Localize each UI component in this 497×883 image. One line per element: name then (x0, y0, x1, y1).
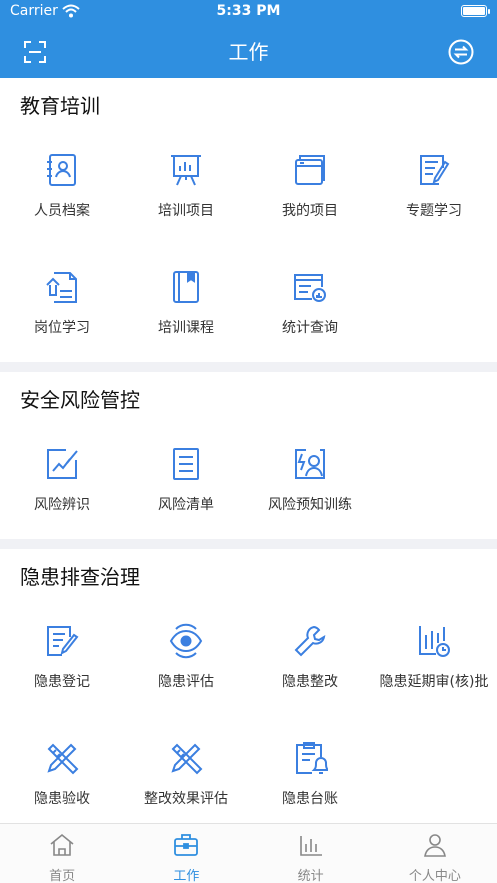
tab-label: 工作 (173, 869, 200, 883)
app-hazard-acceptance[interactable]: 隐患验收 (0, 716, 124, 823)
training-board-icon (171, 155, 201, 186)
app-label: 培训项目 (158, 203, 214, 219)
risk-training-icon (295, 449, 325, 479)
app-post-study[interactable]: 岗位学习 (0, 245, 124, 362)
hazard-assess-icon (169, 623, 203, 659)
status-bar: Carrier 5:33 PM (0, 0, 497, 24)
section-title: 隐患排查治理 (20, 565, 140, 589)
tab-label: 统计 (297, 869, 324, 883)
battery-icon (461, 5, 490, 17)
page-title: 工作 (228, 40, 269, 64)
app-personnel-file[interactable]: 人员档案 (0, 128, 124, 245)
app-hazard-ledger[interactable]: 隐患台账 (248, 716, 372, 823)
user-icon (423, 834, 446, 857)
app-label: 统计查询 (282, 320, 338, 336)
app-effect-assess[interactable]: 整改效果评估 (124, 716, 248, 823)
status-time: 5:33 PM (216, 3, 281, 19)
section-hazard-management: 隐患排查治理 隐患登记 隐患评估 隐患整改 隐患延期审(核)批 隐患验收 整改效… (0, 549, 497, 823)
acceptance-tools-icon (47, 743, 79, 775)
app-statistics-query[interactable]: 统计查询 (248, 245, 372, 362)
section-title: 安全风险管控 (20, 388, 140, 412)
tab-stats[interactable]: 统计 (249, 824, 373, 883)
app-label: 隐患评估 (158, 674, 214, 690)
app-risk-training[interactable]: 风险预知训练 (248, 422, 372, 539)
app-grid: 风险辨识 风险清单 风险预知训练 (0, 422, 497, 539)
app-label: 我的项目 (282, 203, 338, 219)
app-label: 风险清单 (158, 497, 214, 513)
app-label: 岗位学习 (34, 320, 90, 336)
extension-chart-icon (419, 626, 450, 657)
tab-profile[interactable]: 个人中心 (373, 824, 497, 883)
switch-icon[interactable] (448, 39, 474, 65)
effect-tools-icon (171, 743, 203, 775)
section-divider (0, 539, 497, 549)
app-hazard-rectify[interactable]: 隐患整改 (248, 599, 372, 716)
risk-identify-icon (47, 449, 78, 479)
app-training-projects[interactable]: 培训项目 (124, 128, 248, 245)
app-label: 风险预知训练 (268, 497, 352, 513)
tab-home[interactable]: 首页 (0, 824, 124, 883)
section-risk-control: 安全风险管控 风险辨识 风险清单 风险预知训练 (0, 372, 497, 539)
app-label: 隐患登记 (34, 674, 90, 690)
post-study-icon (46, 272, 77, 303)
app-risk-list[interactable]: 风险清单 (124, 422, 248, 539)
app-label: 整改效果评估 (144, 791, 228, 807)
hazard-register-icon (47, 626, 79, 656)
tab-label: 首页 (49, 869, 76, 883)
app-my-projects[interactable]: 我的项目 (248, 128, 372, 245)
app-grid: 人员档案 培训项目 我的项目 专题学习 岗位学习 培训课程 统计查询 (0, 128, 497, 362)
home-icon (50, 833, 74, 856)
personnel-file-icon (47, 154, 76, 186)
stats-icon (299, 836, 322, 856)
tab-work[interactable]: 工作 (124, 824, 248, 883)
work-content: 教育培训 人员档案 培训项目 我的项目 专题学习 岗位学习 培训课程 统计查询 … (0, 78, 497, 823)
section-education: 教育培训 人员档案 培训项目 我的项目 专题学习 岗位学习 培训课程 统计查询 (0, 78, 497, 362)
wrench-icon (294, 625, 326, 657)
tab-label: 个人中心 (408, 869, 461, 883)
app-training-course[interactable]: 培训课程 (124, 245, 248, 362)
top-bar: Carrier 5:33 PM 工作 (0, 0, 497, 78)
nav-bar: 工作 (0, 24, 497, 78)
my-projects-icon (295, 155, 325, 185)
briefcase-icon (174, 834, 199, 856)
app-label: 隐患验收 (34, 791, 90, 807)
statistics-query-icon (294, 274, 326, 302)
risk-list-icon (173, 448, 199, 480)
app-label: 隐患整改 (282, 674, 338, 690)
app-hazard-assess[interactable]: 隐患评估 (124, 599, 248, 716)
section-divider (0, 362, 497, 372)
app-risk-identify[interactable]: 风险辨识 (0, 422, 124, 539)
app-label: 隐患延期审(核)批 (379, 674, 489, 690)
app-grid: 隐患登记 隐患评估 隐患整改 隐患延期审(核)批 隐患验收 整改效果评估 隐患台… (0, 599, 497, 823)
app-label: 培训课程 (158, 320, 214, 336)
app-label: 风险辨识 (34, 497, 90, 513)
ledger-bell-icon (296, 742, 328, 774)
app-label: 隐患台账 (282, 791, 338, 807)
course-book-icon (173, 271, 199, 303)
tab-bar: 首页 工作 统计 个人中心 (0, 823, 497, 883)
section-title: 教育培训 (20, 94, 100, 118)
app-label: 专题学习 (406, 203, 462, 219)
topic-study-icon (420, 155, 450, 185)
app-hazard-register[interactable]: 隐患登记 (0, 599, 124, 716)
app-hazard-extension[interactable]: 隐患延期审(核)批 (372, 599, 496, 716)
app-label: 人员档案 (34, 203, 90, 219)
app-topic-study[interactable]: 专题学习 (372, 128, 496, 245)
